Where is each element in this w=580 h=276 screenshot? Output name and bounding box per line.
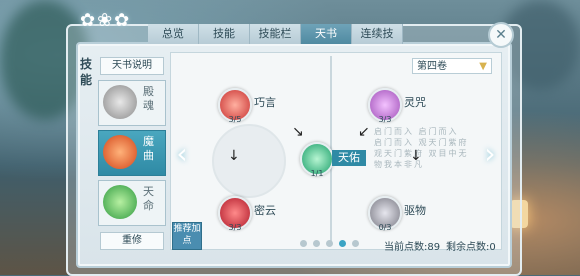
page-dot[interactable] <box>313 240 320 247</box>
skill-count-miyun: 3/3 <box>228 223 242 232</box>
skill-name-qiaoyan: 巧言 <box>254 96 276 109</box>
close-icon: ✕ <box>495 27 507 43</box>
yin-yang-emblem <box>212 124 286 198</box>
current-points: 当前点数:89 <box>384 242 441 253</box>
tab-overview[interactable]: 总览 <box>148 24 199 44</box>
page-dot[interactable] <box>326 240 333 247</box>
arrow-icon: ↓ <box>228 148 240 164</box>
tab-skills[interactable]: 技能 <box>199 24 250 44</box>
arrow-icon: ↓ <box>410 148 422 164</box>
page-dot[interactable] <box>300 240 307 247</box>
skill-count-qiaoyan: 3/5 <box>228 115 242 124</box>
skill-count-lingzhou: 3/3 <box>378 115 392 124</box>
demon-mask-icon <box>103 135 137 169</box>
arrow-icon: ↙ <box>358 124 370 140</box>
decorative-flowers: ✿❀✿ <box>80 10 132 31</box>
remaining-points: 剩余点数:0 <box>446 242 496 253</box>
side-item-label: 天命 <box>143 185 154 212</box>
skill-count-tianyou: 1/1 <box>310 169 324 178</box>
side-item-tianming[interactable]: 天命 <box>98 180 166 226</box>
side-item-moqu[interactable]: 魔曲 <box>98 130 166 176</box>
skill-name-tianyou: 天佑 <box>332 150 366 166</box>
beast-face-icon <box>103 185 137 219</box>
tab-skill-bar[interactable]: 技能栏 <box>250 24 301 44</box>
tab-combo[interactable]: 连续技 <box>352 24 403 44</box>
next-page-arrow[interactable]: › <box>480 140 500 168</box>
skill-name-lingzhou: 灵咒 <box>404 96 426 109</box>
window-title: 技能 <box>80 57 93 87</box>
skill-name-miyun: 密云 <box>254 204 276 217</box>
chevron-down-icon: ▼ <box>479 61 487 72</box>
volume-select-value: 第四卷 <box>417 61 447 72</box>
tianshu-intro-button[interactable]: 天书说明 <box>100 57 164 75</box>
tab-bar: 总览 技能 技能栏 天书 连续技 <box>148 24 403 44</box>
skill-count-quwu: 0/3 <box>378 223 392 232</box>
skull-icon <box>103 85 137 119</box>
prev-page-arrow[interactable]: ‹ <box>172 140 192 168</box>
close-button[interactable]: ✕ <box>488 22 514 48</box>
reset-button[interactable]: 重修 <box>100 232 164 250</box>
side-item-label: 殿魂 <box>143 85 154 112</box>
recommend-points-button[interactable]: 推荐加点 <box>172 222 202 250</box>
arrow-icon: ↘ <box>292 124 304 140</box>
calligraphy-background: 启门而入 启门而入 启门而入 观天门紫府 观天门紫府 双目中无 物我本非凡 <box>374 127 469 169</box>
side-item-dianhun[interactable]: 殿魂 <box>98 80 166 126</box>
skill-name-quwu: 驱物 <box>404 204 426 217</box>
tab-tianshu[interactable]: 天书 <box>301 24 352 44</box>
page-dot-active[interactable] <box>339 240 346 247</box>
page-indicator <box>300 240 359 247</box>
side-item-label: 魔曲 <box>143 135 154 162</box>
volume-select[interactable]: 第四卷 ▼ <box>412 58 492 74</box>
page-dot[interactable] <box>352 240 359 247</box>
